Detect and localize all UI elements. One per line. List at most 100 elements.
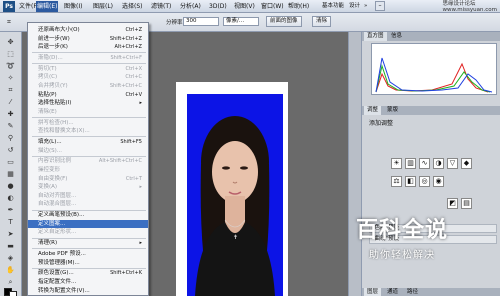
- edit-menu-item[interactable]: 预设管理器(M)...: [28, 259, 148, 267]
- add-adjustment-title: 添加调整: [369, 120, 394, 127]
- menu-window[interactable]: 窗口(W): [260, 1, 285, 12]
- edit-menu-item[interactable]: 还原画布大小(O) Ctrl+Z: [28, 26, 148, 34]
- layers-panel-tabs: 图层 通道 路径: [362, 288, 500, 296]
- photo-filter-adjust-icon[interactable]: ◎: [419, 176, 430, 187]
- eyedropper-tool-icon[interactable]: ⁄: [4, 98, 17, 107]
- tab-paths[interactable]: 路径: [404, 288, 421, 296]
- dodge-tool-icon[interactable]: ◐: [4, 194, 17, 203]
- tab-layers[interactable]: 图层: [364, 288, 382, 296]
- menu-select[interactable]: 选择(S): [121, 1, 144, 12]
- edit-menu-item-label: 清除(E): [38, 108, 57, 115]
- lasso-tool-icon[interactable]: ➰: [4, 62, 17, 71]
- menu-view[interactable]: 视图(V): [233, 1, 256, 12]
- edit-menu-item: 自动对齐图层...: [28, 192, 148, 200]
- levels-adjust-icon[interactable]: ▥: [405, 158, 416, 169]
- edit-menu-item: 渐隐(D)... Shift+Ctrl+F: [28, 54, 148, 62]
- menu-image[interactable]: 图像(I): [63, 1, 83, 12]
- edit-menu-item: 清除(E): [28, 108, 148, 116]
- workspace-button[interactable]: 基本功能: [320, 2, 346, 11]
- menu-analysis[interactable]: 分析(A): [179, 1, 202, 12]
- black-white-adjust-icon[interactable]: ◧: [405, 176, 416, 187]
- design-workspace-button[interactable]: 设计: [347, 2, 362, 11]
- resolution-label: 分辨率:: [166, 20, 185, 26]
- channel-mixer-adjust-icon[interactable]: ◉: [433, 176, 444, 187]
- portrait-photo[interactable]: ✝: [187, 94, 283, 296]
- edit-menu-item-label: 自动对齐图层...: [38, 192, 77, 199]
- edit-menu-item[interactable]: 定义画笔预设(B)...: [28, 211, 148, 219]
- edit-menu-item[interactable]: 后退一步(K) Alt+Ctrl+Z: [28, 43, 148, 51]
- edit-menu-item[interactable]: 前进一步(W) Shift+Ctrl+Z: [28, 35, 148, 43]
- 3d-tool-icon[interactable]: ◈: [4, 254, 17, 263]
- clone-stamp-tool-icon[interactable]: ⚲: [4, 134, 17, 143]
- exposure-adjust-icon[interactable]: ◑: [433, 158, 444, 169]
- menu-edit[interactable]: 编辑(E): [36, 1, 59, 12]
- menu-help[interactable]: 帮助(H): [287, 1, 310, 12]
- move-tool-icon[interactable]: ✥: [4, 38, 17, 47]
- edit-menu-item-label: 合并拷贝(Y): [38, 83, 68, 89]
- minimize-icon[interactable]: –: [375, 1, 385, 11]
- gradient-map-adjust-icon[interactable]: ▤: [461, 198, 472, 209]
- edit-menu-item[interactable]: 清理(R) ▸: [28, 239, 148, 247]
- edit-menu-item-shortcut: Shift+Ctrl+C: [109, 83, 142, 89]
- edit-menu-item[interactable]: 颜色设置(G)... Shift+Ctrl+K: [28, 269, 148, 277]
- hue-saturation-adjust-icon[interactable]: ◆: [461, 158, 472, 169]
- resolution-unit-select[interactable]: 像素/...: [223, 17, 259, 26]
- more-workspaces-button[interactable]: »: [362, 2, 369, 11]
- edit-menu-item-label: 选择性粘贴(I): [38, 100, 72, 107]
- edit-menu-item-label: 查找和替换文本(X)...: [38, 128, 90, 135]
- clear-button[interactable]: 清除: [312, 16, 332, 27]
- brightness-adjust-icon[interactable]: ☀: [391, 158, 402, 169]
- blur-tool-icon[interactable]: ●: [4, 182, 17, 191]
- edit-menu-item-label: 自动混合图层...: [38, 201, 77, 208]
- tab-channels[interactable]: 通道: [384, 288, 401, 296]
- edit-menu-item: 拷贝(C) Ctrl+C: [28, 73, 148, 81]
- histogram-panel-tabs: 直方图 信息: [362, 32, 500, 41]
- edit-menu-item-shortcut: Alt+Shift+Ctrl+C: [98, 158, 142, 165]
- edit-menu-item-label: 描边(S)...: [38, 147, 63, 154]
- marquee-tool-icon[interactable]: ⬚: [4, 50, 17, 59]
- front-image-button[interactable]: 前面的图像: [266, 16, 302, 27]
- background-color-swatch[interactable]: [9, 291, 17, 296]
- edit-menu-item-shortcut: Alt+Ctrl+Z: [114, 44, 142, 51]
- menu-layer[interactable]: 图层(L): [92, 1, 114, 12]
- crop-tool-icon[interactable]: ⌗: [4, 86, 17, 95]
- edit-menu-item: 描边(S)...: [28, 147, 148, 155]
- edit-menu-item: 内容识别比例 Alt+Shift+Ctrl+C: [28, 157, 148, 165]
- tab-info[interactable]: 信息: [388, 32, 405, 41]
- edit-menu-item-label: 后退一步(K): [38, 44, 68, 51]
- vibrance-adjust-icon[interactable]: ▽: [447, 158, 458, 169]
- edit-menu-item[interactable]: 指定配置文件...: [28, 278, 148, 286]
- hand-tool-icon[interactable]: ✋: [4, 266, 17, 275]
- magic-wand-tool-icon[interactable]: ✧: [4, 74, 17, 83]
- edit-menu-item[interactable]: 选择性粘贴(I) ▸: [28, 99, 148, 107]
- edit-menu-item-shortcut: ▸: [139, 184, 142, 191]
- color-balance-adjust-icon[interactable]: ⚖: [391, 176, 402, 187]
- edit-menu-item[interactable]: 填充(L)... Shift+F5: [28, 138, 148, 146]
- resolution-input[interactable]: 300: [183, 17, 219, 26]
- edit-menu-item[interactable]: Adobe PDF 预设...: [28, 250, 148, 258]
- site-watermark: 思缘设计论坛 www.missyuan.com: [442, 1, 497, 13]
- eraser-tool-icon[interactable]: ▭: [4, 158, 17, 167]
- baike-watermark: 百科全说 助你轻松解决: [336, 212, 468, 272]
- invert-adjust-icon[interactable]: ◩: [447, 198, 458, 209]
- tab-masks[interactable]: 蒙版: [384, 106, 401, 115]
- healing-brush-tool-icon[interactable]: ✚: [4, 110, 17, 119]
- path-selection-tool-icon[interactable]: ➤: [4, 230, 17, 239]
- tab-histogram[interactable]: 直方图: [364, 32, 387, 41]
- edit-menu-item-shortcut: Shift+Ctrl+Z: [109, 35, 142, 42]
- tab-adjustments[interactable]: 调整: [364, 106, 382, 115]
- edit-menu-item[interactable]: 定义图案...: [28, 219, 148, 228]
- menu-3d[interactable]: 3D(D): [208, 1, 228, 12]
- history-brush-tool-icon[interactable]: ↺: [4, 146, 17, 155]
- curves-adjust-icon[interactable]: ∿: [419, 158, 430, 169]
- edit-menu-item[interactable]: 转换为配置文件(V)...: [28, 287, 148, 295]
- edit-menu-item[interactable]: 粘贴(P) Ctrl+V: [28, 91, 148, 99]
- menu-filter[interactable]: 滤镜(T): [150, 1, 172, 12]
- shape-tool-icon[interactable]: ▬: [4, 242, 17, 251]
- brush-tool-icon[interactable]: ✎: [4, 122, 17, 131]
- crop-tool-icon[interactable]: ⌗: [4, 18, 14, 27]
- pen-tool-icon[interactable]: ✒: [4, 206, 17, 215]
- zoom-tool-icon[interactable]: ⌕: [4, 278, 17, 287]
- gradient-tool-icon[interactable]: ▦: [4, 170, 17, 179]
- type-tool-icon[interactable]: T: [4, 218, 17, 227]
